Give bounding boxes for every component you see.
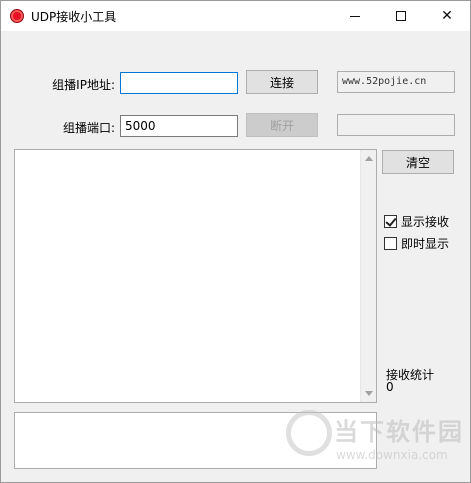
watermark: 当下软件园 www.downxia.com	[286, 406, 466, 476]
minimize-icon	[350, 15, 360, 17]
close-icon: ✕	[441, 8, 453, 24]
port-input[interactable]	[120, 115, 238, 137]
receive-textarea[interactable]	[14, 149, 377, 403]
window-title: UDP接收小工具	[31, 10, 117, 24]
minimize-button[interactable]	[332, 1, 378, 31]
connect-button[interactable]: 连接	[246, 70, 318, 94]
close-button[interactable]: ✕	[424, 1, 470, 31]
watermark-text: 当下软件园	[334, 418, 464, 446]
record-icon	[10, 9, 24, 23]
app-window: UDP接收小工具 ✕ 组播IP地址: 连接 www.52pojie.cn 组播端…	[0, 0, 471, 483]
receive-scrollbar[interactable]	[360, 150, 376, 402]
disconnect-button[interactable]: 断开	[246, 113, 318, 137]
show-receive-checkbox[interactable]: 显示接收	[384, 213, 449, 230]
stats-value: 0	[386, 380, 394, 394]
instant-show-label: 即时显示	[401, 237, 450, 251]
extra-display	[337, 114, 455, 136]
title-bar: UDP接收小工具 ✕	[1, 1, 470, 31]
port-label: 组播端口:	[62, 121, 115, 135]
instant-show-checkbox[interactable]: 即时显示	[384, 235, 449, 252]
checkbox-unchecked-icon[interactable]	[384, 237, 397, 250]
maximize-icon	[396, 11, 406, 21]
checkbox-checked-icon[interactable]	[384, 215, 397, 228]
scroll-down-icon[interactable]	[365, 391, 373, 396]
show-receive-label: 显示接收	[401, 215, 450, 229]
ip-label: 组播IP地址:	[52, 78, 115, 92]
ip-input[interactable]	[120, 72, 238, 94]
maximize-button[interactable]	[378, 1, 424, 31]
watermark-url: www.downxia.com	[336, 448, 448, 462]
scroll-up-icon[interactable]	[365, 156, 373, 161]
clear-button[interactable]: 清空	[382, 150, 454, 174]
url-display: www.52pojie.cn	[337, 71, 455, 93]
watermark-logo-icon	[286, 410, 332, 456]
